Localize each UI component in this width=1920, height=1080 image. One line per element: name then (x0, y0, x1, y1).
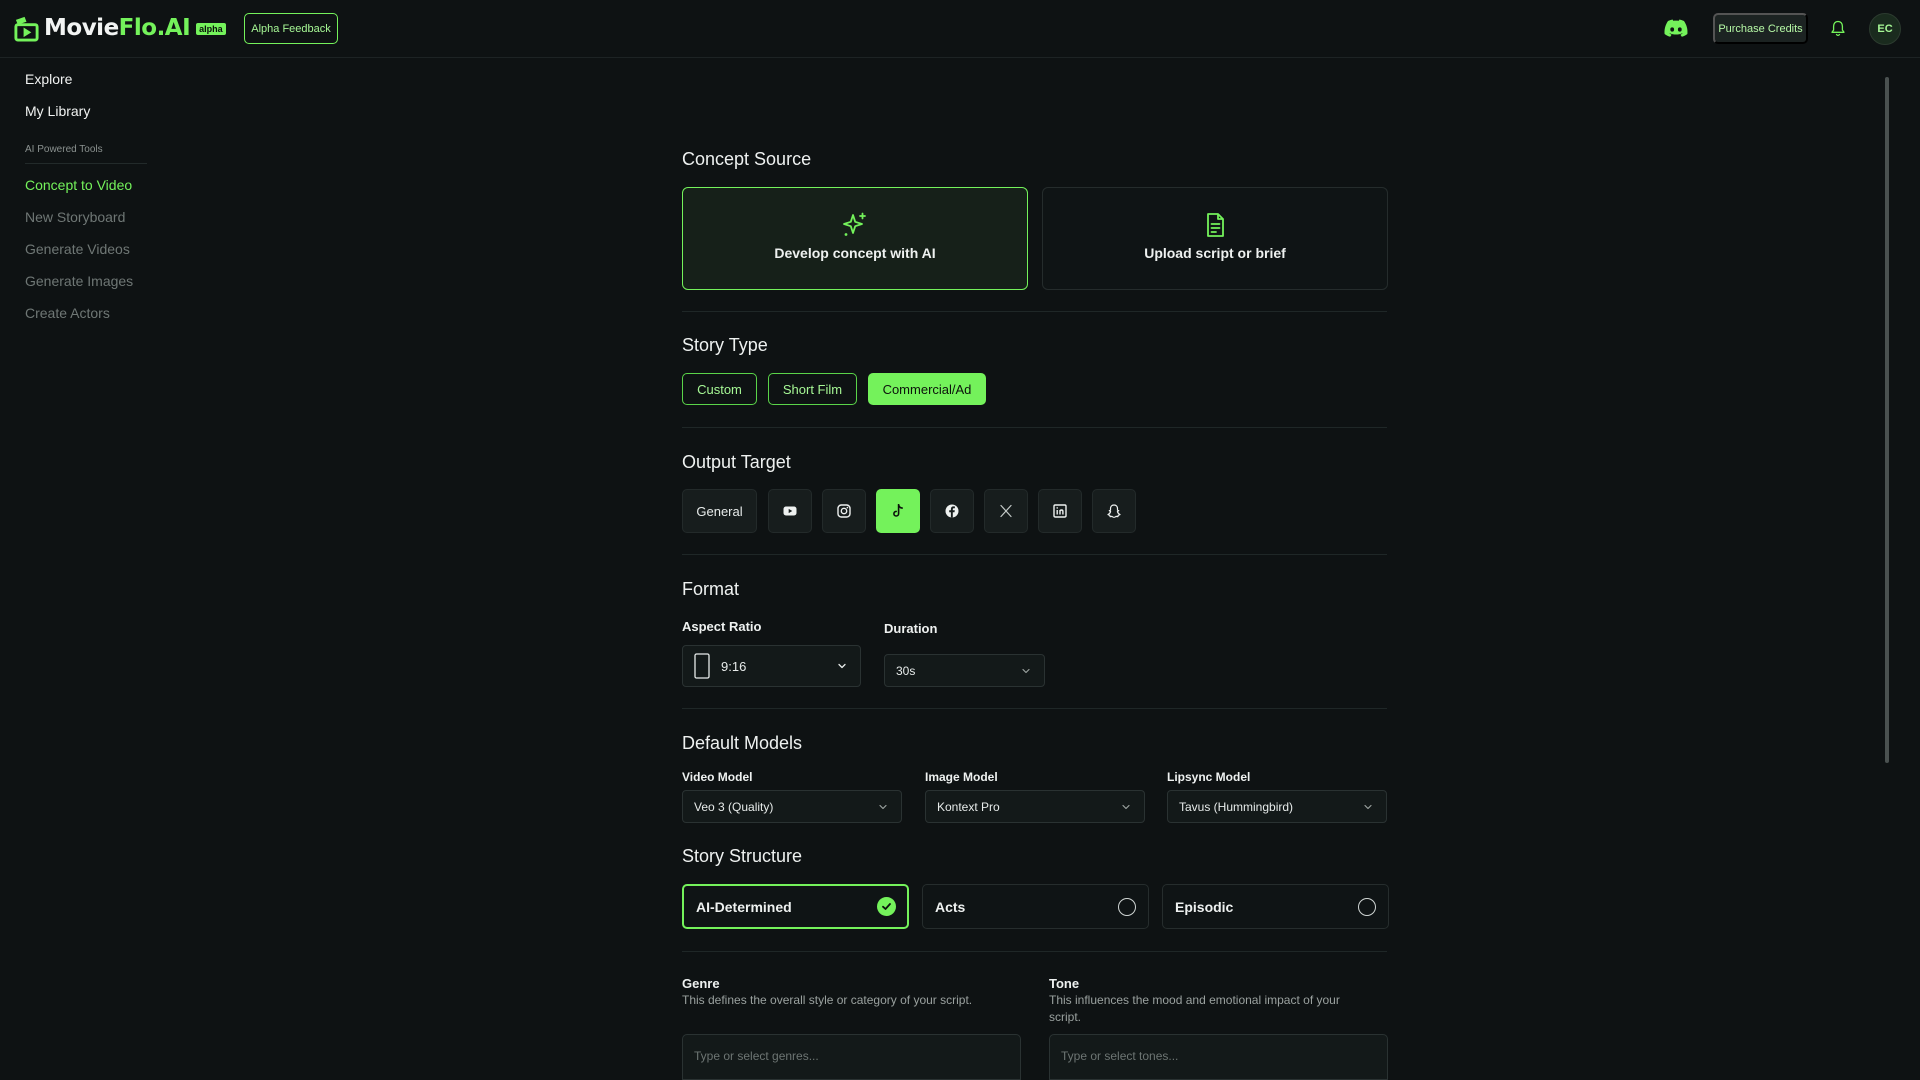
genre-help-text: This defines the overall style or catego… (682, 993, 973, 1007)
image-model-label: Image Model (925, 770, 998, 784)
tone-help-text: This influences the mood and emotional i… (1049, 993, 1340, 1024)
video-model-label: Video Model (682, 770, 753, 784)
purchase-credits-button[interactable]: Purchase Credits (1713, 13, 1808, 44)
concept-source-title: Concept Source (682, 149, 812, 169)
section-divider (682, 554, 1387, 555)
target-facebook-button[interactable] (930, 489, 974, 533)
snapchat-icon (1107, 504, 1121, 518)
default-models-title: Default Models (682, 733, 803, 753)
tone-input[interactable]: Type or select tones... (1049, 1034, 1388, 1080)
target-snapchat-button[interactable] (1092, 489, 1136, 533)
section-divider (682, 951, 1387, 952)
bell-icon[interactable] (1830, 20, 1846, 37)
structure-option-label: Episodic (1175, 898, 1234, 915)
discord-icon[interactable] (1664, 18, 1688, 38)
sidebar-item-new-storyboard[interactable]: New Storyboard (25, 209, 125, 225)
sidebar-item-concept-to-video[interactable]: Concept to Video (25, 177, 132, 193)
section-divider (682, 311, 1387, 312)
radio-icon (1118, 897, 1136, 916)
target-tiktok-button[interactable] (876, 489, 920, 533)
lipsync-model-select[interactable]: Tavus (Hummingbird) (1167, 790, 1387, 823)
sidebar-divider (25, 163, 147, 164)
chevron-down-icon (1364, 804, 1372, 809)
document-icon (1207, 212, 1224, 237)
chevron-down-icon (838, 663, 846, 669)
video-model-select[interactable]: Veo 3 (Quality) (682, 790, 902, 823)
image-model-select[interactable]: Kontext Pro (925, 790, 1145, 823)
duration-select[interactable]: 30s (884, 654, 1045, 687)
aspect-ratio-select[interactable]: 9:16 (682, 645, 861, 687)
output-target-title: Output Target (682, 452, 791, 472)
section-divider (682, 427, 1387, 428)
sidebar-item-generate-videos[interactable]: Generate Videos (25, 241, 130, 257)
story-type-custom-button[interactable]: Custom (682, 373, 757, 405)
sidebar-item-create-actors[interactable]: Create Actors (25, 305, 110, 321)
sparkle-icon (843, 212, 866, 236)
logo-mark-icon (14, 16, 39, 42)
develop-concept-ai-card[interactable]: Develop concept with AI (682, 187, 1028, 290)
chevron-down-icon (879, 804, 887, 809)
section-divider (682, 708, 1387, 709)
lipsync-model-value: Tavus (Hummingbird) (1179, 799, 1294, 814)
facebook-icon (945, 504, 959, 518)
target-x-button[interactable] (984, 489, 1028, 533)
target-youtube-button[interactable] (768, 489, 812, 533)
story-type-title: Story Type (682, 335, 768, 355)
alpha-feedback-button[interactable]: Alpha Feedback (244, 13, 338, 44)
lipsync-model-label: Lipsync Model (1167, 770, 1251, 784)
sidebar-section-label: AI Powered Tools (25, 144, 103, 155)
chevron-down-icon (1122, 804, 1130, 809)
linkedin-icon (1053, 504, 1067, 518)
genre-input[interactable]: Type or select genres... (682, 1034, 1021, 1080)
movieflo-logo[interactable]: MovieFlo.AI alpha (13, 13, 226, 43)
target-general-button[interactable]: General (682, 489, 757, 533)
logo-text: MovieFlo.AI (44, 15, 191, 41)
story-type-commercial-button[interactable]: Commercial/Ad (868, 373, 986, 405)
aspect-ratio-label: Aspect Ratio (682, 619, 762, 634)
sidebar-item-generate-images[interactable]: Generate Images (25, 273, 133, 289)
upload-script-card[interactable]: Upload script or brief (1042, 187, 1388, 290)
format-title: Format (682, 579, 740, 599)
radio-icon (1358, 897, 1376, 916)
structure-ai-determined-option[interactable]: AI-Determined (682, 884, 909, 929)
tiktok-icon (893, 504, 903, 517)
story-type-short-film-button[interactable]: Short Film (768, 373, 857, 405)
target-linkedin-button[interactable] (1038, 489, 1082, 533)
structure-episodic-option[interactable]: Episodic (1162, 884, 1389, 929)
portrait-ratio-icon (694, 653, 710, 679)
tone-label: Tone (1049, 976, 1080, 991)
x-icon (1000, 504, 1012, 518)
youtube-icon (783, 506, 797, 516)
user-avatar[interactable]: EC (1869, 13, 1901, 45)
alpha-badge: alpha (196, 23, 226, 35)
aspect-ratio-value: 9:16 (721, 658, 747, 674)
duration-label: Duration (884, 621, 938, 636)
sidebar-item-my-library[interactable]: My Library (25, 103, 90, 119)
chevron-down-icon (1022, 668, 1030, 673)
scrollbar-thumb[interactable] (1885, 77, 1889, 763)
sidebar-item-explore[interactable]: Explore (25, 71, 72, 87)
upload-script-label: Upload script or brief (1144, 244, 1286, 261)
structure-option-label: AI-Determined (696, 898, 792, 915)
story-structure-title: Story Structure (682, 846, 803, 866)
top-bar: MovieFlo.AI alpha Alpha Feedback Purchas… (0, 0, 1920, 58)
image-model-value: Kontext Pro (937, 799, 1000, 814)
structure-option-label: Acts (935, 898, 966, 915)
duration-value: 30s (896, 663, 916, 678)
structure-acts-option[interactable]: Acts (922, 884, 1149, 929)
check-circle-icon (877, 897, 896, 916)
genre-label: Genre (682, 976, 720, 991)
target-instagram-button[interactable] (822, 489, 866, 533)
instagram-icon (837, 504, 851, 518)
video-model-value: Veo 3 (Quality) (694, 799, 774, 814)
develop-concept-label: Develop concept with AI (774, 244, 936, 261)
